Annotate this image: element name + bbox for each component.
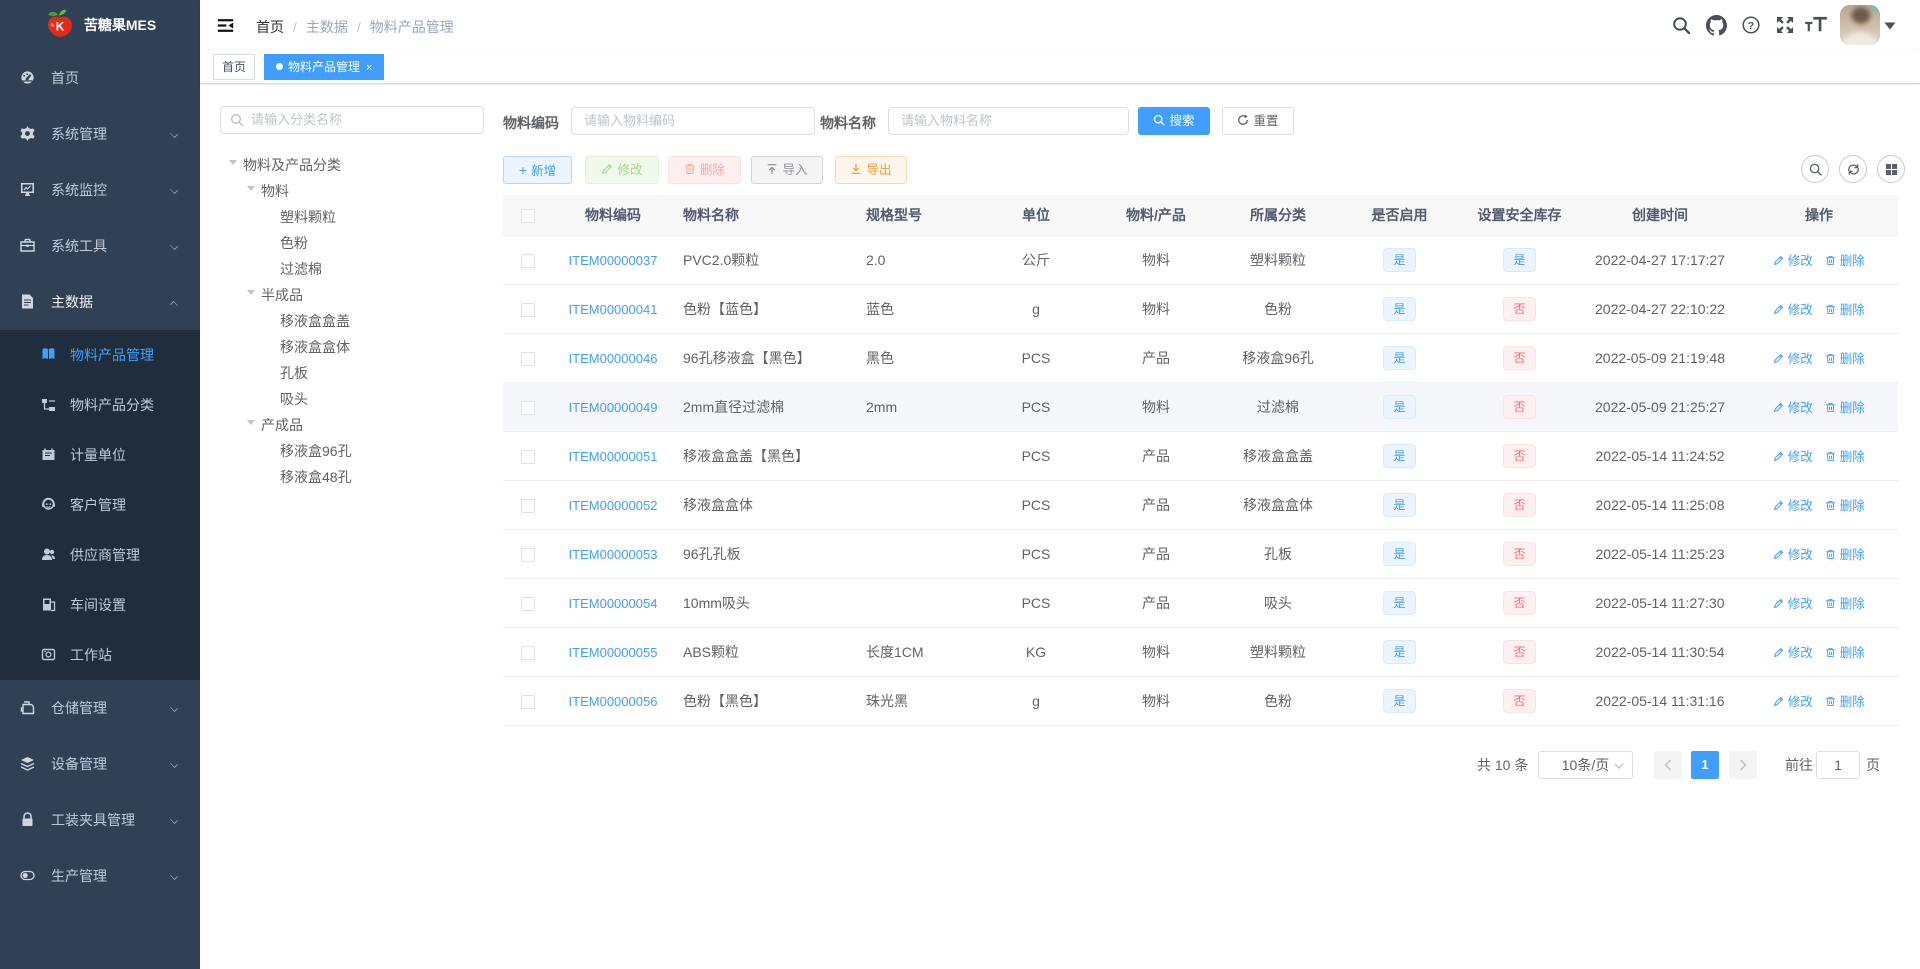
svg-text:K: K (56, 20, 65, 33)
svg-text:?: ? (1748, 20, 1754, 32)
